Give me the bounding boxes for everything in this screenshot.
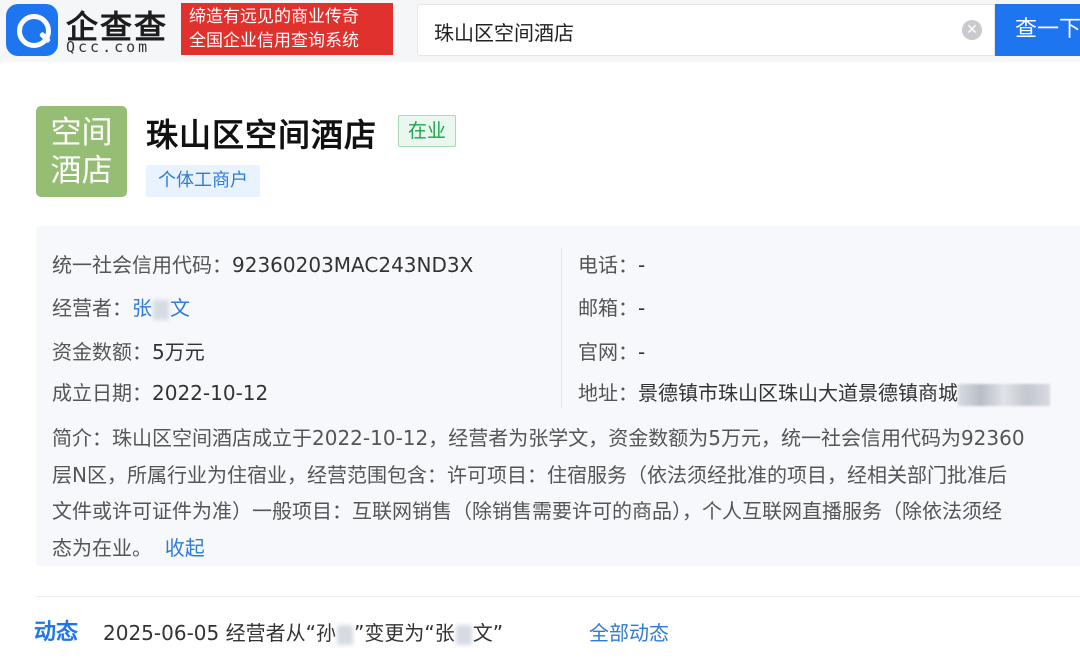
- clear-icon[interactable]: ✕: [962, 20, 982, 40]
- intro-line-2: 层N区，所属行业为住宿业，经营范围包含：许可项目：住宿服务（依法须经批准的项目，…: [52, 462, 1007, 487]
- website-row: 官网：-: [578, 336, 645, 365]
- operator-row: 经营者：张文: [52, 292, 190, 321]
- date-row: 成立日期：2022-10-12: [52, 377, 268, 406]
- email-row: 邮箱：-: [578, 292, 645, 321]
- info-divider: [561, 248, 562, 408]
- address-value[interactable]: 景德镇市珠山区珠山大道景德镇商城: [638, 381, 958, 405]
- redaction-mark: [336, 624, 353, 645]
- website-label: 官网：: [578, 340, 638, 364]
- date-value: 2022-10-12: [152, 381, 269, 405]
- avatar-line-1: 空间: [50, 115, 113, 151]
- search-input[interactable]: [432, 5, 956, 57]
- address-label: 地址：: [578, 381, 638, 405]
- phone-value: -: [638, 253, 646, 277]
- slogan-line-2: 全国企业信用查询系统: [189, 31, 359, 51]
- all-dynamics-link[interactable]: 全部动态: [589, 617, 669, 646]
- credit-code-label: 统一社会信用代码：: [52, 253, 232, 277]
- company-intro: 简介：珠山区空间酒店成立于2022-10-12，经营者为张学文，资金数额为5万元…: [52, 420, 1080, 566]
- date-label: 成立日期：: [52, 381, 152, 405]
- slogan-banner: 缔造有远见的商业传奇 全国企业信用查询系统: [181, 3, 393, 55]
- credit-code-row: 统一社会信用代码：92360203MAC243ND3X: [52, 249, 473, 278]
- section-divider: [36, 596, 1080, 597]
- company-name[interactable]: 珠山区空间酒店: [146, 110, 377, 156]
- dynamics-entry[interactable]: 2025-06-05 经营者从“孙 ”变更为“张 文”: [103, 617, 503, 646]
- redaction-mark: [153, 299, 169, 320]
- address-row: 地址：景德镇市珠山区珠山大道景德镇商城: [578, 377, 1050, 406]
- collapse-link[interactable]: 收起: [165, 536, 205, 560]
- search-button[interactable]: 查一下: [995, 4, 1080, 56]
- intro-line-3: 文件或许可证件为准）一般项目：互联网销售（除销售需要许可的商品），个人互联网直播…: [52, 499, 1002, 523]
- capital-row: 资金数额：5万元: [52, 336, 205, 365]
- logo-domain: Qcc.com: [66, 38, 151, 56]
- search-box: ✕: [417, 4, 995, 57]
- qcc-logo-icon[interactable]: [6, 4, 58, 56]
- website-value: -: [638, 340, 646, 364]
- operator-label: 经营者：: [52, 296, 132, 320]
- dynamics-text: 经营者从“孙 ”变更为“张 文”: [225, 621, 504, 645]
- slogan-line-1: 缔造有远见的商业传奇: [189, 7, 359, 27]
- company-type-tag[interactable]: 个体工商户: [146, 165, 260, 197]
- avatar-line-2: 酒店: [50, 153, 113, 189]
- capital-value: 5万元: [152, 340, 205, 364]
- email-label: 邮箱：: [578, 296, 638, 320]
- redacted-address: [958, 383, 1050, 406]
- redaction-mark: [455, 624, 472, 645]
- status-badge: 在业: [398, 115, 457, 147]
- dynamics-date: 2025-06-05: [103, 621, 220, 645]
- phone-label: 电话：: [578, 253, 638, 277]
- top-header: 企查查 Qcc.com 缔造有远见的商业传奇 全国企业信用查询系统 ✕ 查一下: [0, 0, 1080, 62]
- company-avatar: 空间 酒店: [36, 106, 127, 197]
- capital-label: 资金数额：: [52, 340, 152, 364]
- operator-link[interactable]: 张文: [132, 296, 190, 320]
- credit-code-value[interactable]: 92360203MAC243ND3X: [232, 253, 473, 277]
- intro-line-4: 态为在业。 收起: [52, 535, 205, 560]
- intro-line-1: 简介：珠山区空间酒店成立于2022-10-12，经营者为张学文，资金数额为5万元…: [52, 426, 1025, 450]
- phone-row: 电话：-: [578, 249, 645, 278]
- dynamics-title: 动态: [34, 620, 79, 645]
- email-value: -: [638, 296, 646, 320]
